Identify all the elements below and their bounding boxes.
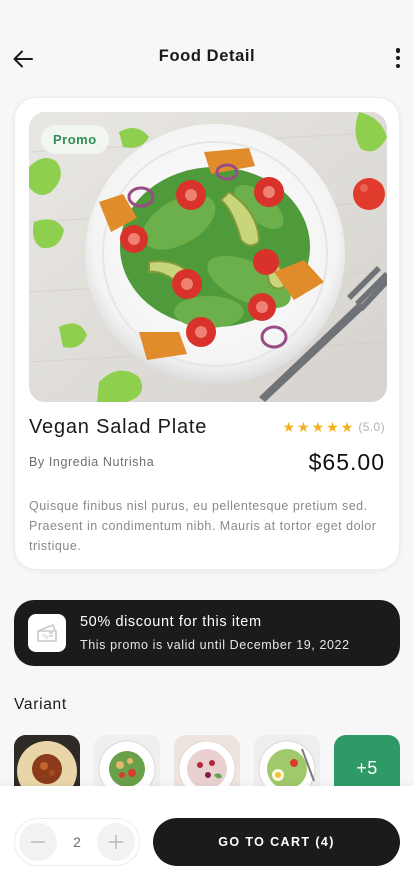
svg-text:%: % [42, 633, 49, 641]
discount-title: 50% discount for this item [80, 614, 262, 630]
discount-icon-box: % [28, 614, 66, 652]
more-options-button[interactable] [390, 46, 406, 70]
star-icon: ★ [340, 419, 354, 435]
product-description: Quisque finibus nisl purus, eu pellentes… [29, 499, 377, 553]
price: $65.00 [308, 449, 385, 475]
increase-button[interactable] [97, 823, 135, 861]
bottom-bar: 2 GO TO CART (4) [0, 786, 414, 896]
product-image: Promo [29, 112, 387, 402]
discount-subtitle: This promo is valid until December 19, 2… [80, 638, 350, 652]
product-card: Promo Vegan Salad Plate ★ ★ ★ ★ ★ (5.0) … [14, 97, 400, 570]
quantity-stepper: 2 [14, 818, 140, 866]
page-title: Food Detail [158, 47, 256, 65]
star-icon: ★ [297, 419, 310, 435]
more-vertical-icon [395, 48, 401, 53]
promo-badge: Promo [41, 125, 109, 154]
salad-plate-image [29, 112, 387, 402]
rating-score: (5.0) [358, 420, 385, 434]
variant-title: Variant [14, 696, 67, 713]
plus-icon [109, 835, 123, 849]
star-icon: ★ [326, 419, 339, 435]
author: By Ingredia Nutrisha [29, 455, 155, 469]
star-icon: ★ [311, 419, 325, 435]
discount-banner[interactable]: % 50% discount for this item This promo … [14, 600, 400, 666]
rating: ★ ★ ★ ★ ★ (5.0) [283, 420, 386, 434]
star-icon: ★ [282, 419, 296, 435]
ticket-icon: % [37, 624, 57, 642]
go-to-cart-button[interactable]: GO TO CART (4) [153, 818, 400, 866]
product-name: Vegan Salad Plate [29, 416, 208, 438]
